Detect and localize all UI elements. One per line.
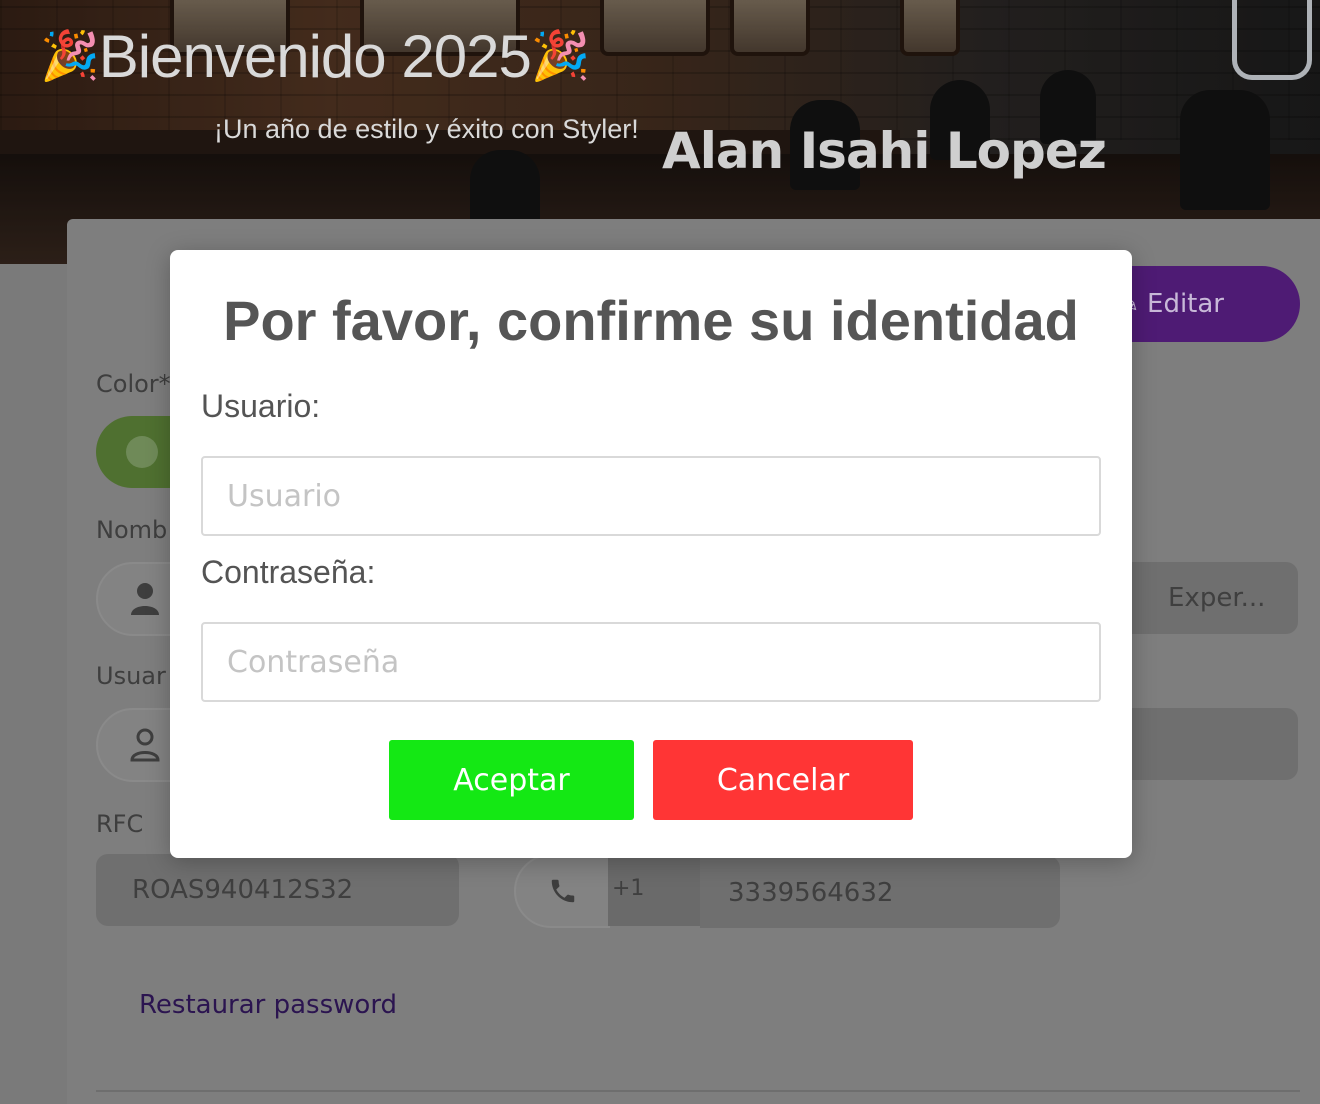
cancel-button[interactable]: Cancelar (653, 740, 913, 820)
palette-icon (126, 436, 158, 468)
modal-user-label: Usuario: (201, 388, 321, 424)
modal-user-input[interactable] (201, 456, 1101, 536)
modal-password-label: Contraseña: (201, 554, 376, 590)
phone-input-group: +1 3339564632 (514, 854, 1060, 928)
user-label: Usuar (96, 662, 166, 690)
color-label: Color* (96, 370, 171, 398)
phone-addon (514, 854, 610, 928)
user-outline-icon (130, 728, 160, 762)
welcome-title: 🎉 Bienvenido 2025 🎉 (40, 22, 591, 91)
secondary-field[interactable] (1130, 708, 1298, 780)
modal-password-input[interactable] (201, 622, 1101, 702)
modal-title: Por favor, confirme su identidad (223, 289, 1079, 352)
rfc-label: RFC (96, 810, 144, 838)
edit-button-label: Editar (1147, 289, 1224, 319)
identity-confirm-modal: Por favor, confirme su identidad Usuario… (170, 250, 1132, 858)
name-label: Nomb (96, 516, 168, 544)
section-divider (96, 1090, 1300, 1092)
welcome-title-text: Bienvenido 2025 (98, 23, 532, 90)
user-name-heading: Alan Isahi Lopez (662, 122, 1107, 180)
party-popper-icon: 🎉 (530, 29, 591, 83)
experience-field[interactable]: Exper... (1130, 562, 1298, 634)
user-icon (131, 583, 159, 615)
phone-icon (551, 879, 575, 903)
party-popper-icon: 🎉 (40, 29, 100, 83)
rfc-field[interactable]: ROAS940412S32 (96, 854, 459, 926)
restore-password-link[interactable]: Restaurar password (139, 990, 397, 1020)
phone-number-field[interactable]: 3339564632 (700, 856, 1060, 928)
accept-button[interactable]: Aceptar (389, 740, 634, 820)
phone-country-code[interactable]: +1 (608, 856, 700, 926)
welcome-tagline: ¡Un año de estilo y éxito con Styler! (214, 114, 639, 144)
